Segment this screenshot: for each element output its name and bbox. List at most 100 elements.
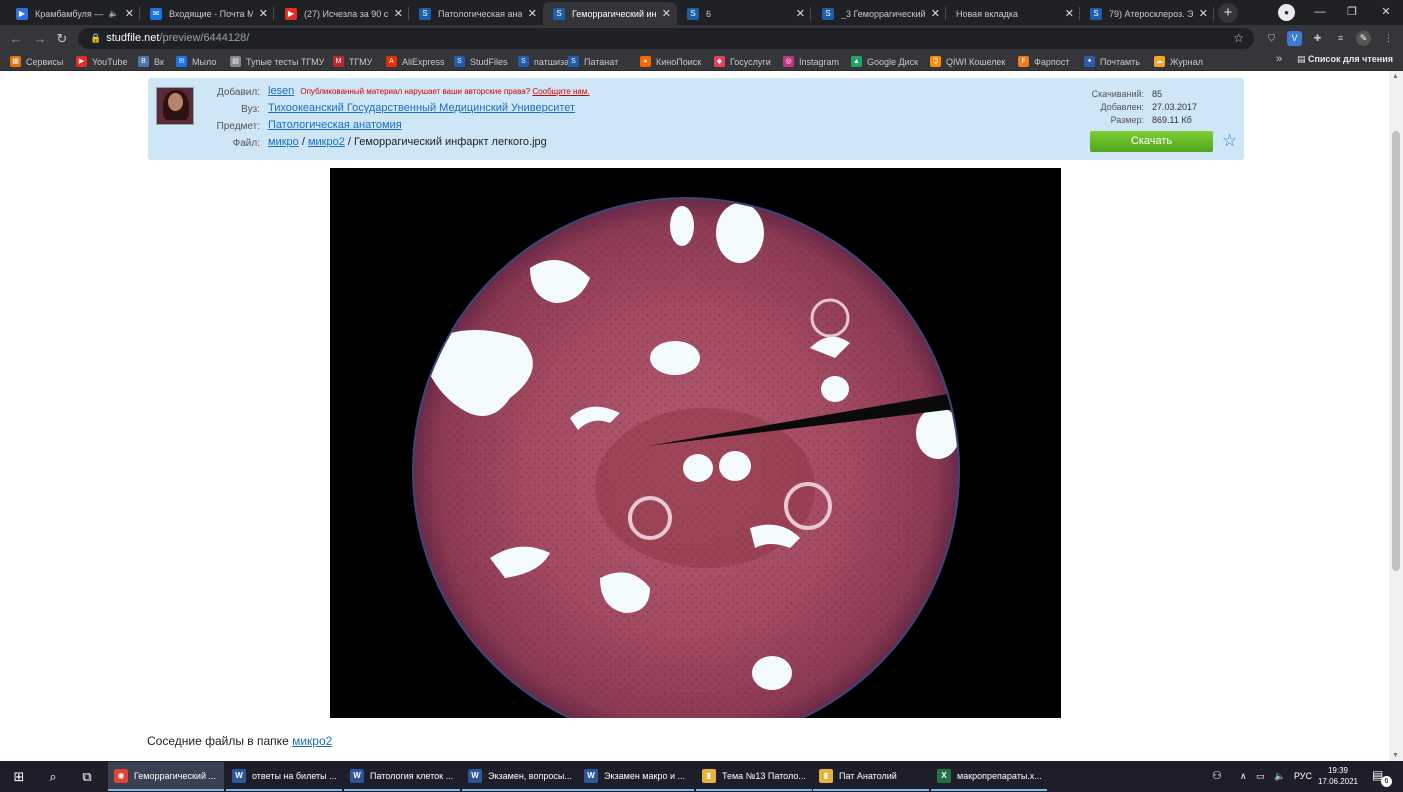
tab-close-icon[interactable]: ✕ <box>662 7 671 20</box>
minimize-icon[interactable]: — <box>1306 2 1334 22</box>
tab-title: Геморрагический инф <box>572 8 656 19</box>
tab-8[interactable]: Новая вкладка ✕ <box>946 2 1080 25</box>
maximize-icon[interactable]: ❐ <box>1338 2 1366 22</box>
taskbar-item-7[interactable]: ▮ Пат Анатолий <box>813 762 929 791</box>
taskbar-item-4[interactable]: W Экзамен, вопросы... <box>462 762 578 791</box>
clock[interactable]: 19:39 17.06.2021 <box>1316 765 1360 787</box>
people-icon[interactable]: ⚇ <box>1212 761 1222 792</box>
taskbar-item-8[interactable]: Xмакропрепараты.х... <box>931 762 1047 791</box>
close-window-icon[interactable]: ✕ <box>1372 2 1400 22</box>
bookmark-10[interactable]: S Патанат <box>568 54 618 69</box>
volume-icon[interactable]: 🔈 <box>1274 761 1285 792</box>
taskbar-item-6[interactable]: ▮ Тема №13 Патоло... <box>696 762 812 791</box>
bookmark-2[interactable]: ▶ YouTube <box>76 54 127 69</box>
folder-link-micro[interactable]: микро <box>268 136 299 148</box>
windows-start-icon[interactable]: ⊞ <box>2 761 36 792</box>
bookmarks-overflow-icon[interactable]: » <box>1276 53 1282 65</box>
bookmark-3[interactable]: B Вк <box>138 54 164 69</box>
bookmark-star-icon[interactable]: ☆ <box>1233 28 1244 49</box>
bookmark-16[interactable]: F Фарпост <box>1018 54 1069 69</box>
taskbar-item-5[interactable]: W Экзамен макро и ... <box>578 762 694 791</box>
neighbor-folder-link[interactable]: микро2 <box>292 734 332 748</box>
bookmark-5[interactable]: ▤ Тупые тесты ТГМУ <box>230 54 324 69</box>
copyright-warning: Опубликованный материал нарушает ваши ав… <box>300 87 589 96</box>
folder-link-micro2[interactable]: микро2 <box>308 136 345 148</box>
tray-chevron-icon[interactable]: ∧ <box>1240 761 1247 792</box>
tab-close-icon[interactable]: ✕ <box>125 7 134 20</box>
tab-close-icon[interactable]: ✕ <box>1065 7 1074 20</box>
favorite-star-icon[interactable]: ☆ <box>1222 131 1237 151</box>
bookmark-17[interactable]: ✦ Почтамть <box>1084 54 1140 69</box>
page-scrollbar[interactable]: ▲ ▼ <box>1389 71 1403 761</box>
language-indicator[interactable]: РУС <box>1294 761 1312 792</box>
bookmark-1[interactable]: ▦ Сервисы <box>10 54 63 69</box>
tab-close-icon[interactable]: ✕ <box>394 7 403 20</box>
scroll-thumb[interactable] <box>1392 131 1400 571</box>
tab-close-icon[interactable]: ✕ <box>931 7 940 20</box>
tab-4[interactable]: S Патологическая анат ✕ <box>409 2 543 25</box>
tab-close-icon[interactable]: ✕ <box>796 7 805 20</box>
bookmark-label: AliExpress <box>402 56 445 67</box>
scroll-up-icon[interactable]: ▲ <box>1392 73 1399 80</box>
aliexpress-icon: A <box>386 56 397 67</box>
bookmark-18[interactable]: ☁ Журнал <box>1154 54 1203 69</box>
profile-avatar-icon[interactable]: ✎ <box>1356 31 1371 46</box>
tab-5[interactable]: S Геморрагический инф ✕ <box>543 2 677 25</box>
tab-close-icon[interactable]: ✕ <box>259 7 268 20</box>
uploader-link[interactable]: lesen <box>268 85 294 97</box>
bookmark-11[interactable]: ● КиноПоиск <box>640 54 701 69</box>
youtube-icon: ▶ <box>285 7 297 20</box>
tab-3[interactable]: ▶ (27) Исчезла за 90 сек ✕ <box>275 2 409 25</box>
bookmark-12[interactable]: ◆ Госуслуги <box>714 54 771 69</box>
taskbar-item-2[interactable]: Wответы на билеты ... <box>226 762 342 791</box>
reload-icon[interactable]: ↻ <box>52 29 72 49</box>
new-tab-button[interactable]: + <box>1218 3 1238 23</box>
network-icon[interactable]: ▭ <box>1256 761 1265 792</box>
puzzle-extensions-icon[interactable]: ✚ <box>1310 31 1325 46</box>
tab-2[interactable]: ✉ Входящие - Почта Ма ✕ <box>140 2 274 25</box>
tab-7[interactable]: S _3 Геморрагический ✕ <box>812 2 946 25</box>
tab-search-icon[interactable]: ● <box>1278 4 1295 21</box>
tab-9[interactable]: S 79) Атеросклероз. Эт ✕ <box>1080 2 1214 25</box>
reading-list[interactable]: ▤ Список для чтения <box>1297 54 1393 65</box>
tab-separator <box>1213 7 1214 20</box>
bookmark-7[interactable]: A AliExpress <box>386 54 445 69</box>
address-bar[interactable]: 🔒 studfile.net/preview/6444128/ ☆ <box>78 28 1254 49</box>
bookmark-13[interactable]: ◎ Instagram <box>783 54 839 69</box>
taskbar-item-1[interactable]: ◉ Геморрагический ... <box>108 762 224 791</box>
menu-dots-icon[interactable]: ⋮ <box>1381 31 1396 46</box>
media-queue-icon[interactable]: ≡ <box>1333 31 1348 46</box>
taskbar-item-3[interactable]: W Патология клеток ... <box>344 762 460 791</box>
taskbar-item-label: макропрепараты.х... <box>957 770 1042 781</box>
bookmark-15[interactable]: Q QIWI Кошелек <box>930 54 1005 69</box>
shield-extension-icon[interactable]: ⛉ <box>1264 31 1279 46</box>
bookmark-8[interactable]: S StudFiles <box>454 54 508 69</box>
download-button[interactable]: Скачать <box>1090 131 1213 152</box>
tab-close-icon[interactable]: ✕ <box>528 7 537 20</box>
task-view-icon[interactable]: ⧉ <box>70 761 104 792</box>
bookmark-9[interactable]: Sпатшиза <box>518 54 569 69</box>
notifications-icon[interactable]: ▤ 6 <box>1372 768 1392 787</box>
university-link[interactable]: Тихоокеанский Государственный Медицински… <box>268 102 575 114</box>
uploader-avatar[interactable] <box>156 87 194 125</box>
windows-taskbar: ⊞ ⌕ ⧉ ◉ Геморрагический ... Wответы на бил… <box>0 761 1403 792</box>
speaker-icon[interactable]: 🔈 <box>109 9 119 18</box>
word-icon: W <box>350 768 364 783</box>
back-arrow-icon[interactable]: ← <box>6 29 26 49</box>
tab-1[interactable]: ▶ Крамбамбуля — Ты 🔈 ✕ <box>6 2 140 25</box>
bookmark-label: КиноПоиск <box>656 56 702 67</box>
bookmark-6[interactable]: M ТГМУ <box>333 54 372 69</box>
clock-time: 19:39 <box>1327 766 1349 775</box>
scroll-down-icon[interactable]: ▼ <box>1392 752 1399 759</box>
v-extension-icon[interactable]: V <box>1287 31 1302 46</box>
studfile-icon: S <box>454 56 465 67</box>
bookmark-4[interactable]: ✉ Мыло <box>176 54 216 69</box>
tab-6[interactable]: S 6 ✕ <box>677 2 811 25</box>
search-icon[interactable]: ⌕ <box>36 761 70 792</box>
image-preview[interactable] <box>330 168 1061 718</box>
report-link[interactable]: Сообщите нам. <box>532 87 589 96</box>
subject-link[interactable]: Патологическая анатомия <box>268 119 402 131</box>
bookmark-14[interactable]: ▲ Google Диск <box>851 54 918 69</box>
forward-arrow-icon[interactable]: → <box>30 29 50 49</box>
tab-close-icon[interactable]: ✕ <box>1199 7 1208 20</box>
